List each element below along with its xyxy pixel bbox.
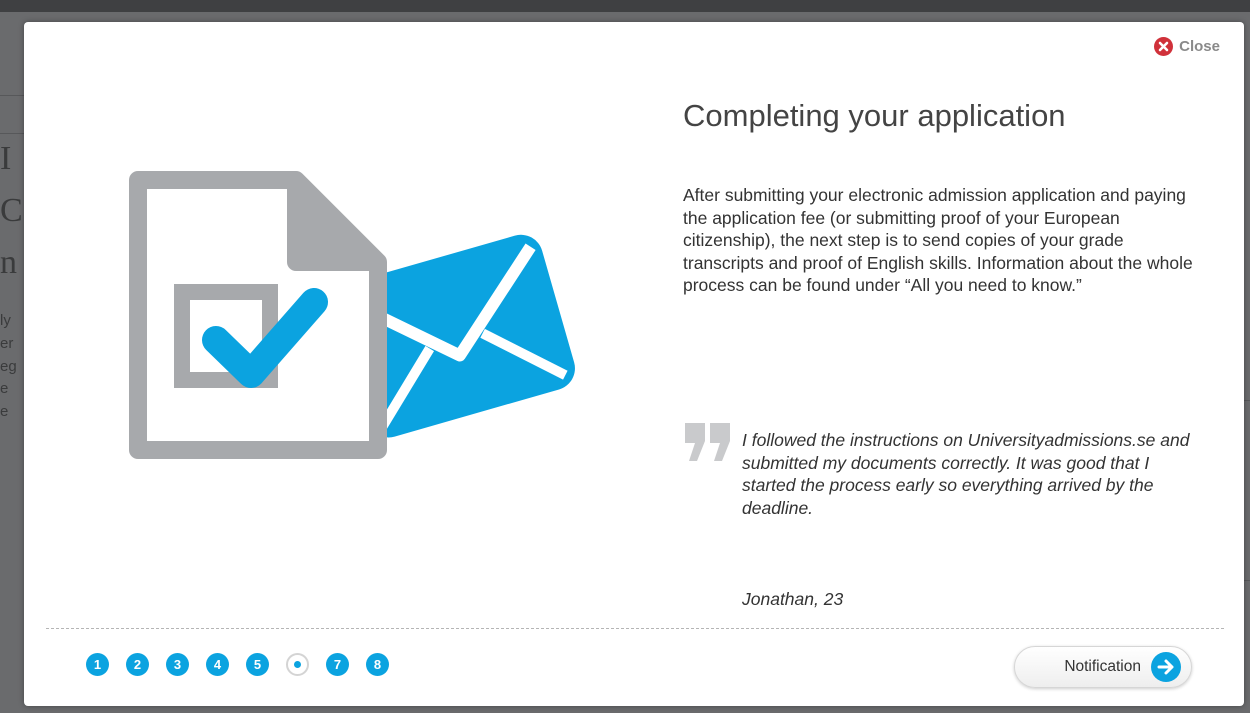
testimonial-quote: I followed the instructions on Universit…: [742, 430, 1190, 518]
pager-step-7[interactable]: 7: [326, 653, 349, 676]
footer-divider: [46, 628, 1224, 629]
background-text: C: [0, 192, 23, 229]
background-divider: [0, 133, 24, 134]
onboarding-modal: Close Completing your application After …: [24, 22, 1244, 706]
background-topbar: [0, 0, 1250, 12]
close-label: Close: [1179, 38, 1220, 55]
close-button[interactable]: Close: [1154, 37, 1220, 56]
next-step-label: Notification: [1064, 658, 1141, 675]
background-text: e: [0, 403, 9, 420]
next-step-button[interactable]: Notification: [1014, 646, 1192, 688]
pager-step-3[interactable]: 3: [166, 653, 189, 676]
pager-step-2[interactable]: 2: [126, 653, 149, 676]
background-text: ly: [0, 312, 11, 329]
modal-description: After submitting your electronic admissi…: [683, 185, 1193, 295]
background-text: n: [0, 244, 17, 281]
testimonial-author: Jonathan, 23: [742, 589, 844, 609]
pager-step-6-current[interactable]: [286, 653, 309, 676]
document-icon: [129, 171, 387, 459]
background-text: eg: [0, 358, 17, 375]
arrow-right-icon: [1151, 652, 1181, 682]
document-envelope-illustration: [96, 162, 596, 482]
current-step-indicator: [294, 661, 301, 668]
close-icon: [1154, 37, 1174, 56]
background-divider: [0, 95, 24, 96]
background-text: e: [0, 380, 9, 397]
pager-step-4[interactable]: 4: [206, 653, 229, 676]
pager-step-8[interactable]: 8: [366, 653, 389, 676]
pager-step-1[interactable]: 1: [86, 653, 109, 676]
background-text: I: [0, 140, 12, 177]
pager-step-5[interactable]: 5: [246, 653, 269, 676]
quote-icon: [683, 421, 733, 463]
step-pager: 1 2 3 4 5 7 8: [86, 653, 389, 676]
background-text: er: [0, 335, 14, 352]
modal-title: Completing your application: [683, 98, 1066, 133]
